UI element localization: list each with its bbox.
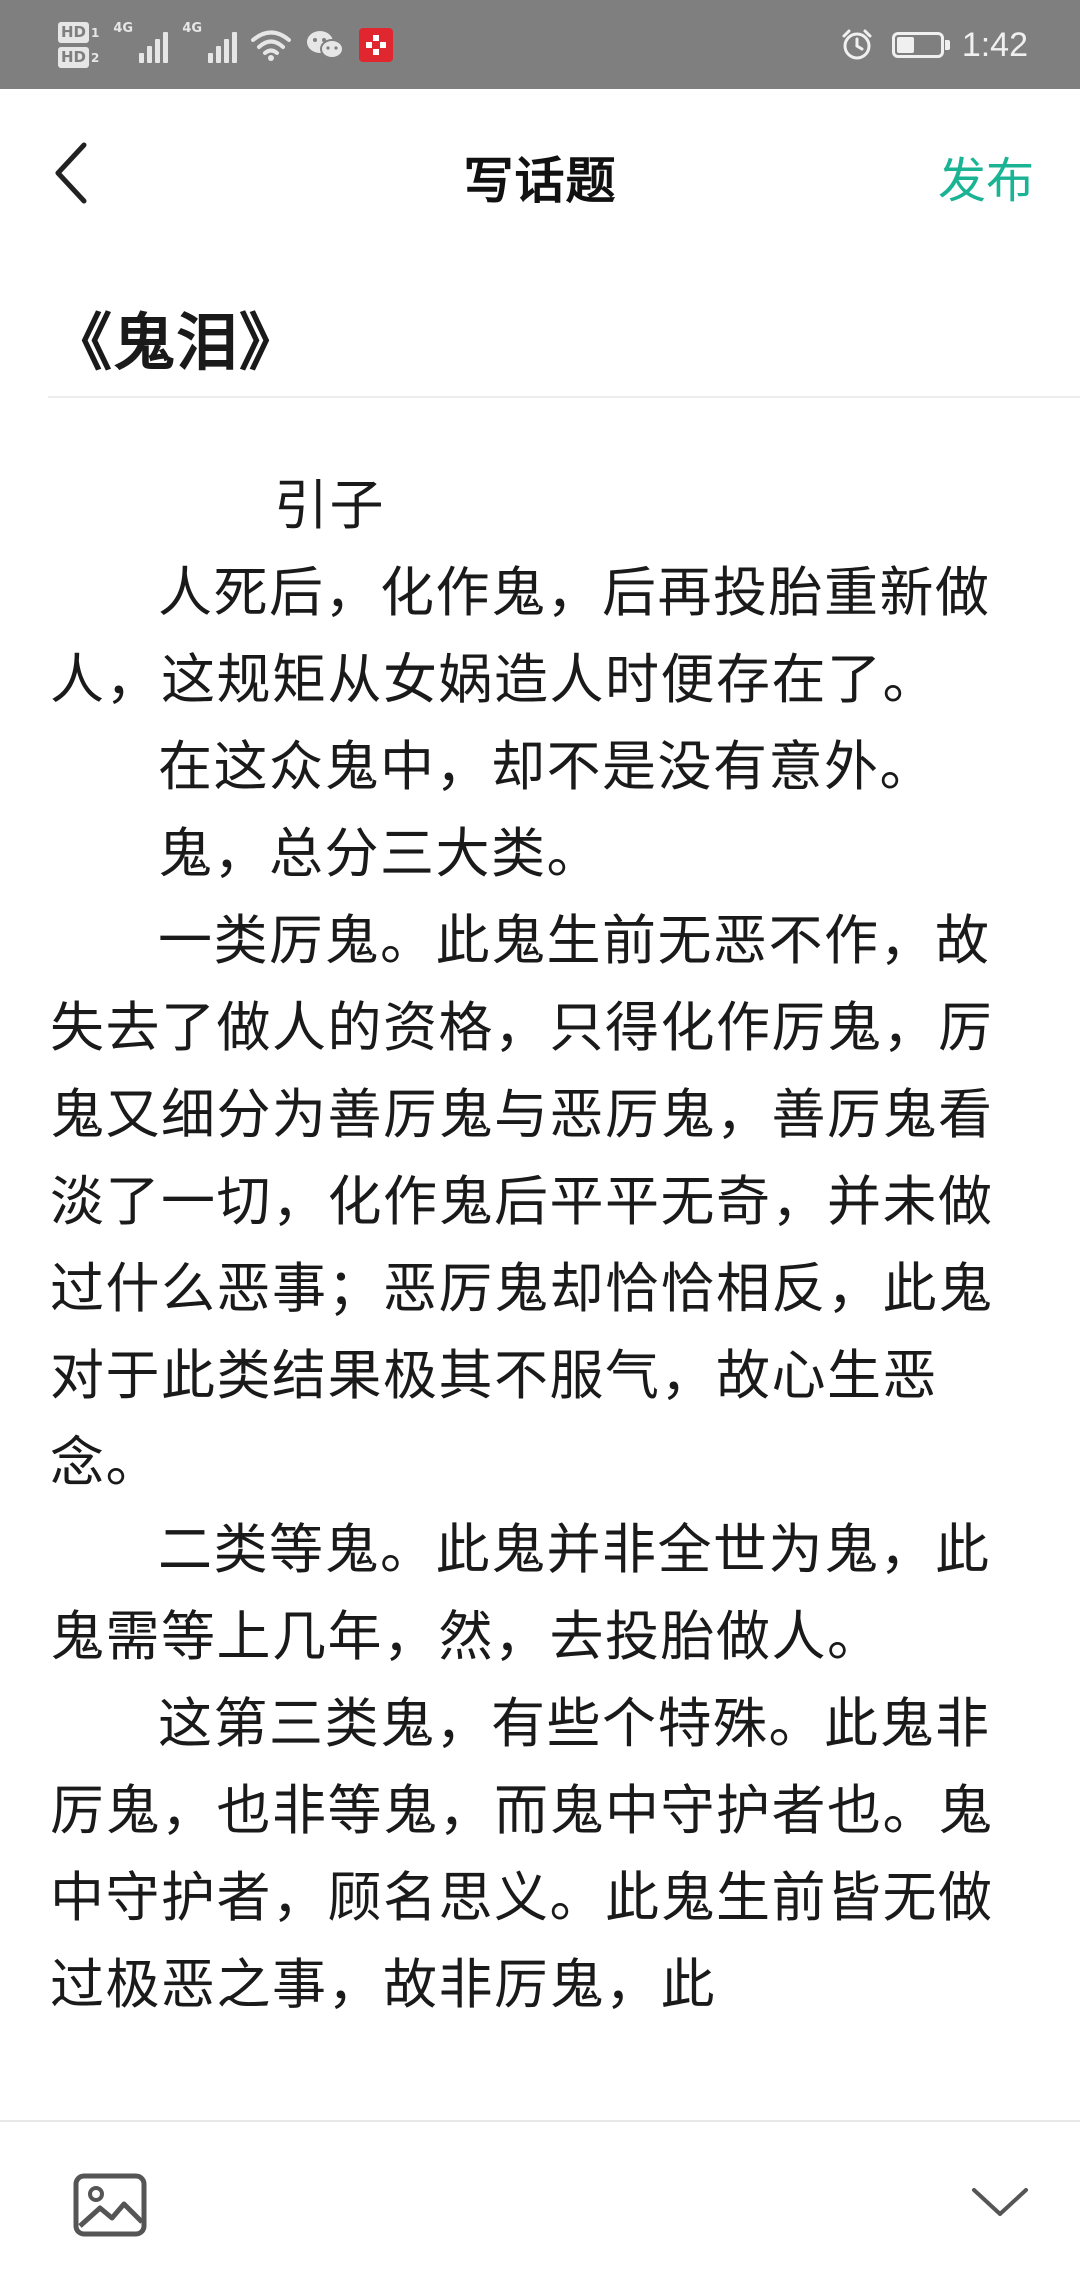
status-time: 1:42 [961, 25, 1028, 64]
bottom-toolbar [0, 2120, 1080, 2280]
wechat-icon [305, 29, 345, 61]
essay-body-editor[interactable]: 引子 人死后，化作鬼，后再投胎重新做人，这规矩从女娲造人时便存在了。 在这众鬼中… [50, 462, 1014, 2028]
signal-icon-2: 4G [182, 21, 238, 63]
status-bar: HD 1 HD 2 4G 4G 1:42 [0, 0, 1080, 89]
hd1-sub: 1 [91, 25, 100, 40]
signal-icon: 4G [113, 21, 169, 63]
essay-paragraph: 一类厉鬼。此鬼生前无恶不作，故失去了做人的资格，只得化作厉鬼，厉鬼又细分为善厉鬼… [50, 909, 994, 1494]
image-icon [73, 2173, 147, 2237]
hd2-sub: 2 [91, 50, 100, 65]
chevron-down-icon [972, 2188, 1028, 2216]
status-right: 1:42 [840, 12, 1028, 78]
hd-icon: HD 1 HD 2 [58, 22, 99, 68]
essay-paragraph: 二类等鬼。此鬼并非全世为鬼，此鬼需等上几年，然，去投胎做人。 [50, 1518, 991, 1668]
battery-icon [891, 32, 950, 58]
page-title: 写话题 [463, 152, 617, 210]
alarm-icon [840, 28, 874, 62]
wifi-icon [251, 29, 292, 61]
red-app-icon [359, 28, 394, 62]
status-left: HD 1 HD 2 4G 4G [58, 12, 394, 78]
essay-paragraph: 在这众鬼中，却不是没有意外。 [158, 735, 935, 798]
write-topic-screen: HD 1 HD 2 4G 4G 1:42 写话题 发布 《鬼泪》 引子 人死后，… [0, 0, 1080, 2280]
hd2-label: HD [58, 47, 90, 68]
network-type-1: 4G [113, 21, 134, 36]
collapse-keyboard-button[interactable] [968, 2182, 1032, 2222]
nav-bar: 写话题 发布 [0, 89, 1080, 259]
publish-button[interactable]: 发布 [938, 141, 1034, 211]
essay-paragraph: 这第三类鬼，有些个特殊。此鬼非厉鬼，也非等鬼，而鬼中守护者也。鬼中守护者，顾名思… [50, 1692, 994, 2016]
hd1-label: HD [58, 22, 90, 43]
essay-paragraph: 鬼，总分三大类。 [158, 822, 602, 885]
insert-image-button[interactable] [72, 2172, 148, 2238]
title-divider [48, 396, 1080, 398]
essay-title[interactable]: 《鬼泪》 [50, 292, 302, 382]
network-type-2: 4G [182, 21, 203, 36]
battery-level [896, 37, 914, 53]
essay-paragraph: 人死后，化作鬼，后再投胎重新做人，这规矩从女娲造人时便存在了。 [50, 561, 991, 711]
essay-heading: 引子 [274, 474, 385, 537]
